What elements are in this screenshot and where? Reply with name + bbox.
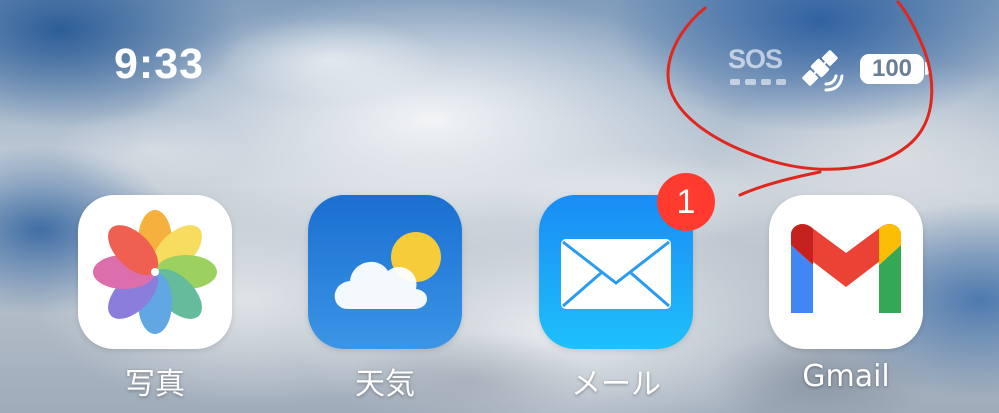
status-bar: 9:33 SOS 100	[0, 0, 999, 130]
app-label: 写真	[125, 367, 185, 402]
gmail-icon[interactable]	[769, 195, 923, 349]
clock: 9:33	[114, 40, 205, 88]
weather-icon[interactable]	[308, 195, 462, 349]
satellite-icon	[802, 50, 844, 92]
battery-tip	[925, 62, 929, 75]
app-label: Gmail	[802, 359, 890, 394]
app-weather[interactable]: 天気	[307, 195, 463, 403]
sos-indicator: SOS	[728, 44, 783, 74]
app-label: 天気	[355, 367, 415, 402]
app-gmail[interactable]: Gmail	[768, 195, 924, 394]
battery-level: 100	[871, 55, 913, 82]
photos-icon[interactable]	[78, 195, 232, 349]
app-mail[interactable]: 1 メール	[538, 173, 715, 403]
signal-dots	[730, 79, 786, 85]
app-row: 写真 天気 1 メール Gmail	[0, 173, 999, 413]
app-label: メール	[571, 367, 661, 402]
unread-badge: 1	[657, 173, 715, 231]
app-photos[interactable]: 写真	[77, 195, 233, 403]
battery-indicator: 100	[860, 54, 924, 84]
